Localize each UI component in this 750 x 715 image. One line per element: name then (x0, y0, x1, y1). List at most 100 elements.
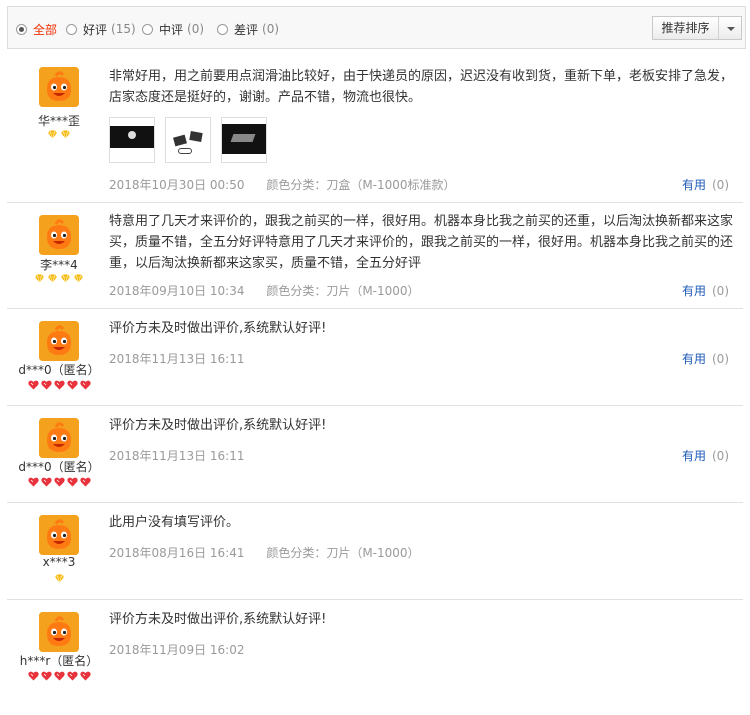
filter-bad[interactable]: 差评 (0) (217, 21, 279, 37)
useful-count: (0) (712, 284, 729, 298)
filter-bad-count: (0) (262, 22, 280, 36)
review-text: 评价方未及时做出评价,系统默认好评! (109, 321, 327, 336)
review-sku: 颜色分类：刀片（M-1000） (266, 284, 420, 298)
review-date: 2018年11月13日 16:11 (109, 352, 245, 366)
review-text: 特意用了几天才来评价的，跟我之前买的一样，很好用。机器本身比我之前买的还重，以后… (109, 214, 734, 271)
avatar[interactable] (39, 612, 79, 652)
review-text: 评价方未及时做出评价,系统默认好评! (109, 418, 327, 433)
radio-icon[interactable] (66, 23, 77, 35)
filter-neutral-count: (0) (187, 22, 205, 36)
useful-label: 有用 (681, 449, 706, 463)
reviewer-name: 李***4 (40, 258, 78, 272)
reviewer-level (7, 130, 111, 139)
filter-neutral-label: 中评 (159, 22, 184, 37)
reviewer-name: d***0（匿名） (18, 460, 100, 474)
filter-neutral[interactable]: 中评 (0) (142, 21, 204, 37)
avatar[interactable] (39, 67, 79, 107)
heart-icon (66, 380, 78, 390)
heart-icon (66, 671, 78, 681)
review-date: 2018年11月13日 16:11 (109, 449, 245, 463)
review-meta: 2018年08月16日 16:41 颜色分类：刀片（M-1000） (109, 544, 420, 561)
review-meta: 2018年11月13日 16:11 (109, 350, 244, 367)
review-date: 2018年08月16日 16:41 (109, 546, 245, 560)
useful-button[interactable]: 有用 (0) (682, 176, 729, 193)
heart-icon (27, 477, 39, 487)
review-text: 评价方未及时做出评价,系统默认好评! (109, 612, 327, 627)
useful-button[interactable]: 有用 (0) (682, 350, 729, 367)
heart-icon (53, 380, 65, 390)
filter-good-count: (15) (111, 22, 136, 36)
review-photo[interactable] (165, 117, 211, 163)
heart-icon (79, 477, 91, 487)
reviewer-level (7, 671, 111, 681)
review-meta: 2018年10月30日 00:50 颜色分类：刀盒（M-1000标准款） (109, 176, 456, 193)
reviewer-level (7, 477, 111, 487)
heart-icon (27, 380, 39, 390)
filter-all-label: 全部 (33, 22, 58, 37)
review-sku: 颜色分类：刀盒（M-1000标准款） (266, 178, 456, 192)
heart-icon (53, 671, 65, 681)
useful-button[interactable]: 有用 (0) (682, 282, 729, 299)
avatar[interactable] (39, 418, 79, 458)
review-date: 2018年11月09日 16:02 (109, 643, 245, 657)
review-photo[interactable] (221, 117, 267, 163)
reviewer-level (7, 274, 111, 283)
heart-icon (53, 477, 65, 487)
useful-label: 有用 (681, 178, 706, 192)
avatar[interactable] (39, 321, 79, 361)
useful-label: 有用 (681, 284, 706, 298)
heart-icon (79, 671, 91, 681)
useful-label: 有用 (681, 352, 706, 366)
radio-icon[interactable] (217, 23, 228, 35)
reviewer-name: 华***歪 (37, 114, 80, 128)
diamond-icon (54, 574, 65, 583)
useful-count: (0) (712, 352, 729, 366)
review-meta: 2018年09月10日 10:34 颜色分类：刀片（M-1000） (109, 282, 420, 299)
review-filter-bar: 全部 好评 (15) 中评 (0) 差评 (0) 推荐排序 (7, 6, 746, 49)
reviewer-name: d***0（匿名） (18, 363, 100, 377)
reviewer-level (7, 380, 111, 390)
review-item: d***0（匿名） 评价方未及时做出评价,系统默认好评! 2018年11月13日… (7, 406, 743, 503)
review-photo[interactable] (109, 117, 155, 163)
diamond-icon (60, 274, 71, 283)
useful-button[interactable]: 有用 (0) (682, 447, 729, 464)
diamond-icon (47, 274, 58, 283)
chevron-down-icon[interactable] (719, 17, 741, 39)
sort-label: 推荐排序 (653, 17, 719, 39)
heart-icon (66, 477, 78, 487)
review-text: 此用户没有填写评价。 (109, 515, 240, 530)
heart-icon (40, 477, 52, 487)
reviewer-level (7, 574, 111, 583)
filter-bad-label: 差评 (234, 22, 259, 37)
review-item: d***0（匿名） 评价方未及时做出评价,系统默认好评! 2018年11月13日… (7, 309, 743, 406)
diamond-icon (47, 130, 58, 139)
reviewer-name: x***3 (42, 555, 76, 569)
review-sku: 颜色分类：刀片（M-1000） (266, 546, 420, 560)
diamond-icon (60, 130, 71, 139)
review-text: 非常好用，用之前要用点润滑油比较好，由于快递员的原因，迟迟没有收到货，重新下单，… (109, 69, 734, 105)
filter-all[interactable]: 全部 (16, 21, 57, 37)
heart-icon (79, 380, 91, 390)
avatar[interactable] (39, 215, 79, 255)
review-meta: 2018年11月13日 16:11 (109, 447, 244, 464)
heart-icon (27, 671, 39, 681)
review-meta: 2018年11月09日 16:02 (109, 641, 244, 658)
filter-good-label: 好评 (83, 22, 108, 37)
reviewer-name: h***r（匿名） (19, 654, 99, 668)
avatar[interactable] (39, 515, 79, 555)
radio-icon[interactable] (142, 23, 153, 35)
review-item: 李***4 特意用了几天才来评价的，跟我之前买的一样，很好用。机器本身比我之前买… (7, 203, 743, 309)
sort-dropdown[interactable]: 推荐排序 (652, 16, 742, 40)
diamond-icon (34, 274, 45, 283)
useful-count: (0) (712, 178, 729, 192)
diamond-icon (73, 274, 84, 283)
filter-good[interactable]: 好评 (15) (66, 21, 136, 37)
heart-icon (40, 380, 52, 390)
review-date: 2018年09月10日 10:34 (109, 284, 245, 298)
review-date: 2018年10月30日 00:50 (109, 178, 245, 192)
review-item: x***3 此用户没有填写评价。 2018年08月16日 16:41 颜色分类：… (7, 503, 743, 600)
radio-icon[interactable] (16, 23, 27, 35)
review-item: h***r（匿名） 评价方未及时做出评价,系统默认好评! 2018年11月09日… (7, 600, 743, 697)
review-item: 华***歪 非常好用，用之前要用点润滑油比较好，由于快递员的原因，迟迟没有收到货… (7, 55, 743, 203)
review-photos (109, 117, 267, 163)
